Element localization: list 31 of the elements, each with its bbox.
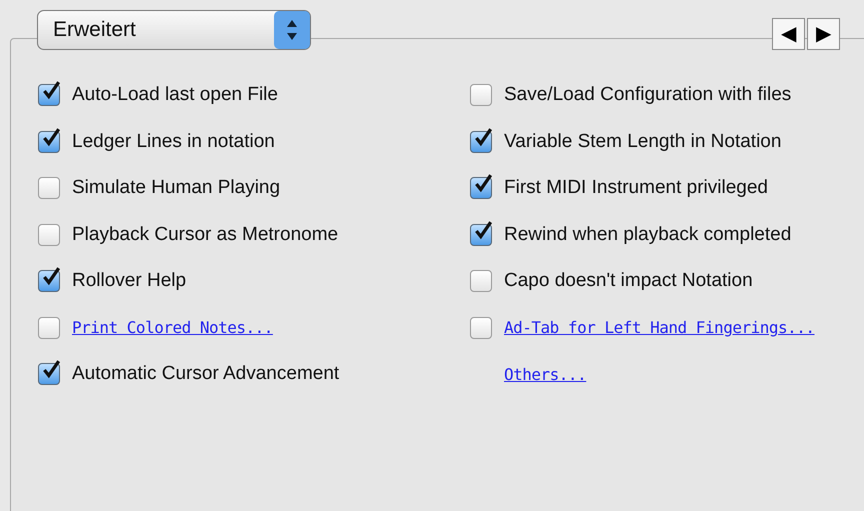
link[interactable]: Others... xyxy=(504,364,586,384)
link[interactable]: Ad-Tab for Left Hand Fingerings... xyxy=(504,318,815,338)
checkbox[interactable] xyxy=(38,224,60,246)
checkbox[interactable] xyxy=(470,224,492,246)
next-button[interactable]: ▶ xyxy=(807,18,840,50)
checkbox[interactable] xyxy=(470,316,492,339)
stepper-icon xyxy=(274,11,310,49)
checkbox-label[interactable]: Simulate Human Playing xyxy=(72,177,280,200)
checkbox[interactable] xyxy=(38,363,60,386)
checkbox[interactable] xyxy=(470,177,492,200)
checkbox-label[interactable]: Auto-Load last open File xyxy=(72,84,278,106)
checkbox-label[interactable]: Playback Cursor as Metronome xyxy=(72,224,338,246)
checkbox-label[interactable]: Automatic Cursor Advancement xyxy=(72,363,340,386)
checkbox[interactable] xyxy=(38,177,60,200)
checkbox[interactable] xyxy=(470,270,492,292)
link[interactable]: Print Colored Notes... xyxy=(72,318,273,338)
checkbox-label[interactable]: Ledger Lines in notation xyxy=(72,130,275,153)
checkbox-label[interactable]: Capo doesn't impact Notation xyxy=(504,270,753,292)
checkbox-label[interactable]: Save/Load Configuration with files xyxy=(504,84,792,106)
checkbox[interactable] xyxy=(38,270,60,292)
checkbox-label[interactable]: First MIDI Instrument privileged xyxy=(504,177,768,200)
checkbox-label[interactable]: Rewind when playback completed xyxy=(504,224,792,246)
checkbox[interactable] xyxy=(470,130,492,153)
dropdown[interactable]: Erweitert xyxy=(37,10,311,50)
checkbox-label[interactable]: Rollover Help xyxy=(72,270,186,292)
checkbox[interactable] xyxy=(38,130,60,153)
checkbox-label[interactable]: Variable Stem Length in Notation xyxy=(504,130,782,153)
checkbox[interactable] xyxy=(470,84,492,106)
previous-button[interactable]: ◀ xyxy=(772,18,805,50)
checkbox[interactable] xyxy=(38,316,60,339)
checkbox[interactable] xyxy=(38,84,60,106)
